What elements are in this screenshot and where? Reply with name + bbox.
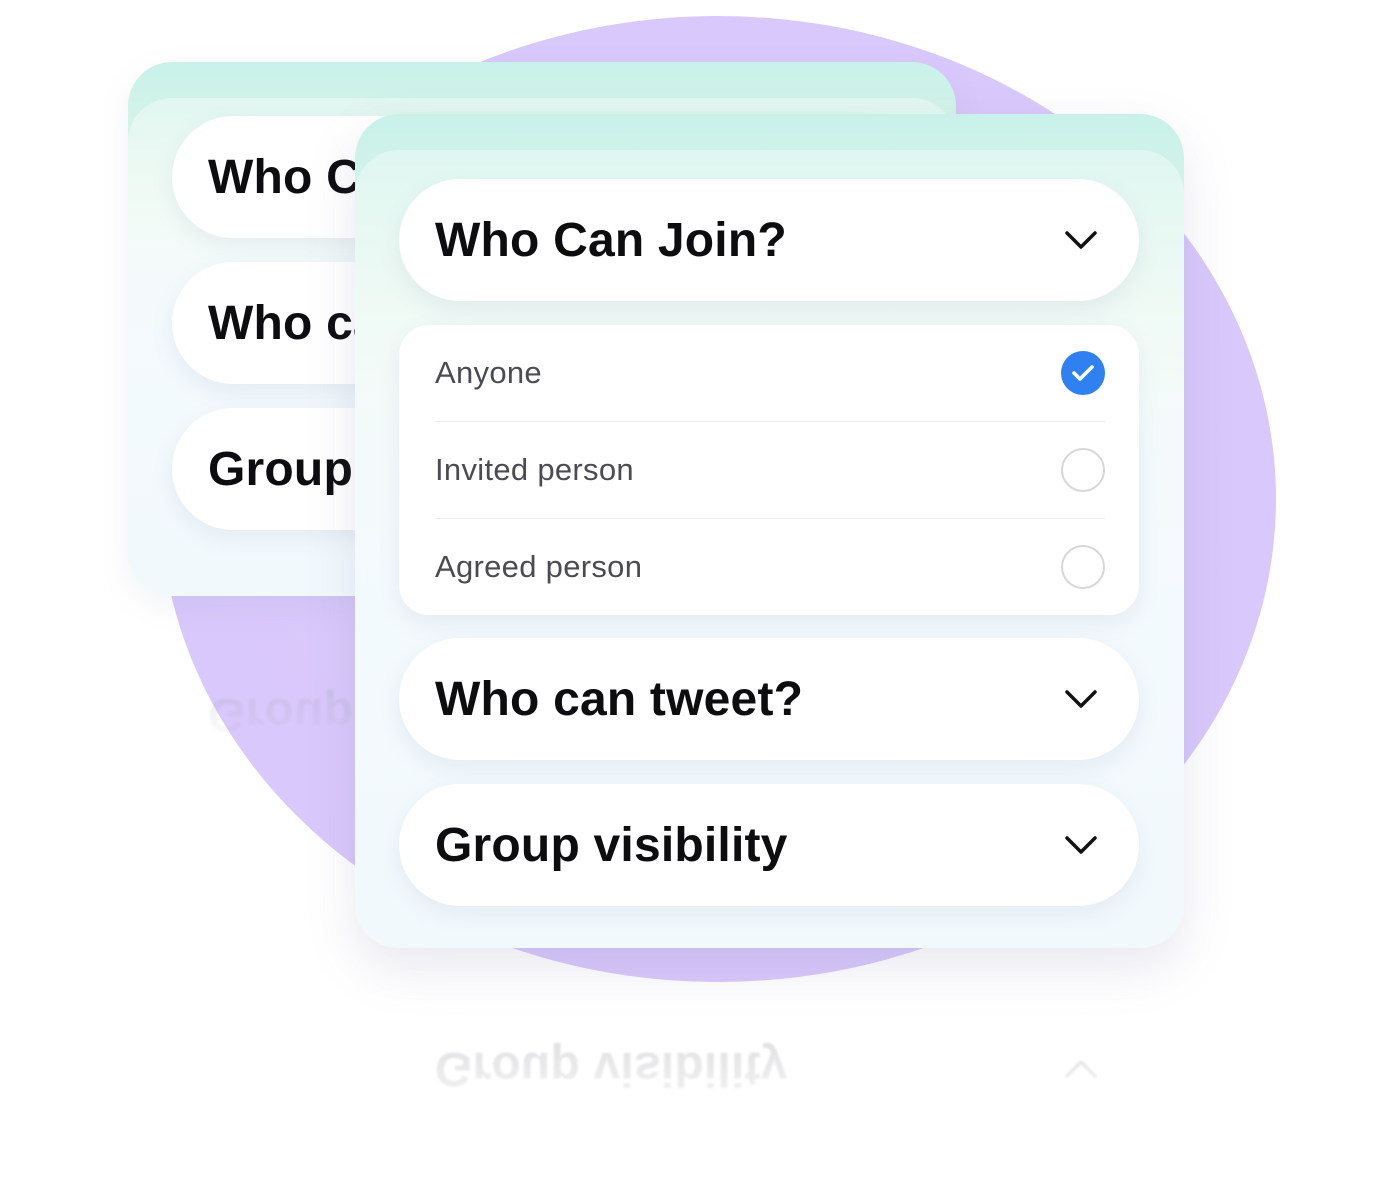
option-label: Invited person — [435, 452, 634, 487]
settings-panel-reflection: Group visibility — [355, 960, 1184, 1160]
section-who-can-tweet[interactable]: Who can tweet? — [399, 638, 1139, 760]
chevron-down-icon[interactable] — [1063, 681, 1099, 717]
unchecked-radio-icon[interactable] — [1061, 448, 1105, 492]
section-title: Who can tweet? — [435, 672, 804, 726]
option-label: Agreed person — [435, 549, 643, 584]
section-group-visibility[interactable]: Group visibility — [399, 784, 1139, 906]
checked-radio-icon[interactable] — [1061, 351, 1105, 395]
reflection-label: Group visibility — [435, 1042, 788, 1096]
option-label: Anyone — [435, 355, 542, 390]
option-agreed-person[interactable]: Agreed person — [435, 519, 1105, 615]
background-reflection-label: Group visibility — [208, 688, 356, 741]
reflection-inner: Group visibility — [355, 960, 1184, 1160]
reflection-pill: Group visibility — [399, 1008, 1139, 1130]
section-title: Group visibility — [435, 818, 788, 872]
chevron-down-icon[interactable] — [1063, 222, 1099, 258]
section-title: Who Can Join? — [435, 213, 787, 267]
chevron-down-icon[interactable] — [1063, 827, 1099, 863]
section-who-can-join[interactable]: Who Can Join? — [399, 179, 1139, 301]
settings-panel: Who Can Join? Anyone Invited person Agre… — [355, 114, 1184, 948]
chevron-up-icon — [1063, 1051, 1099, 1087]
option-invited-person[interactable]: Invited person — [435, 422, 1105, 519]
join-options-list: Anyone Invited person Agreed person — [399, 325, 1139, 615]
stage: Who Can Join? Who can tweet? Group visib… — [0, 0, 1400, 1200]
unchecked-radio-icon[interactable] — [1061, 545, 1105, 589]
background-panel-reflection: Group visibility — [128, 600, 356, 760]
background-reflection-inner: Group visibility — [128, 600, 356, 760]
option-anyone[interactable]: Anyone — [435, 325, 1105, 422]
